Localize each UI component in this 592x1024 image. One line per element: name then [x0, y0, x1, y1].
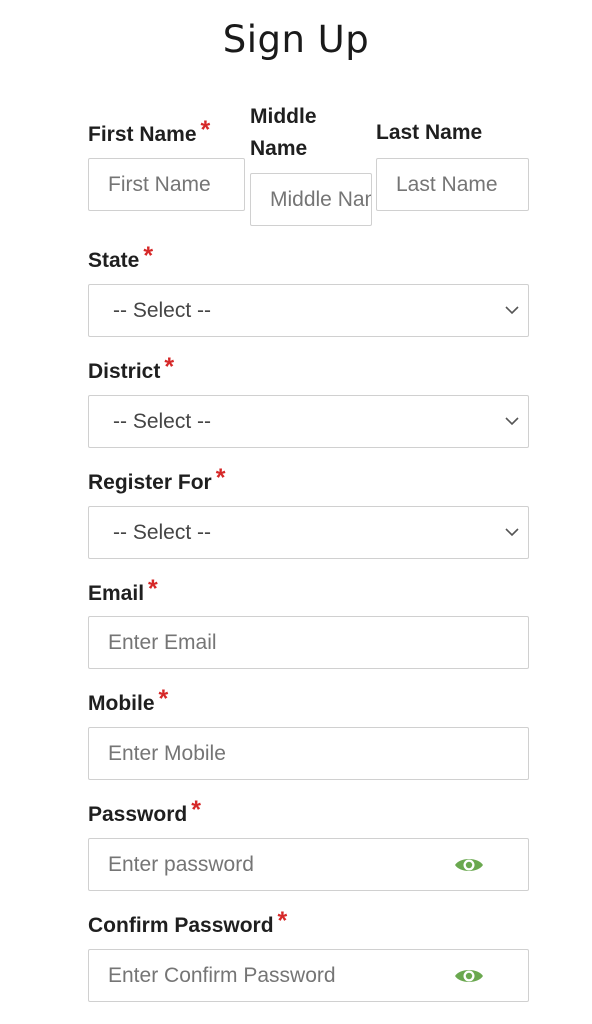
state-selected-value: -- Select -- [113, 298, 212, 322]
required-asterisk: * [200, 116, 211, 144]
confirm-password-field[interactable] [88, 949, 529, 1002]
middle-name-label-line1: Middle [250, 105, 317, 128]
register-for-select[interactable]: -- Select -- [88, 506, 529, 559]
state-label-text: State [88, 249, 140, 272]
last-name-input[interactable] [377, 159, 528, 210]
required-asterisk: * [143, 242, 154, 270]
state-select[interactable]: -- Select -- [88, 284, 529, 337]
required-asterisk: * [164, 353, 175, 381]
email-input[interactable] [89, 617, 528, 668]
chevron-down-icon [504, 525, 520, 541]
district-select[interactable]: -- Select -- [88, 395, 529, 448]
last-name-field[interactable] [376, 158, 529, 211]
mobile-input[interactable] [89, 728, 528, 779]
state-label: State * [88, 242, 154, 277]
confirm-password-label-text: Confirm Password [88, 914, 274, 937]
password-label-text: Password [88, 803, 188, 826]
required-asterisk: * [215, 464, 226, 492]
chevron-down-icon [504, 303, 520, 319]
last-name-label: Last Name [376, 117, 482, 149]
middle-name-input[interactable] [251, 174, 371, 225]
district-selected-value: -- Select -- [113, 409, 212, 433]
register-for-selected-value: -- Select -- [113, 520, 212, 544]
mobile-field[interactable] [88, 727, 529, 780]
first-name-label: First Name * [88, 116, 211, 151]
eye-icon[interactable] [454, 966, 484, 986]
email-label: Email * [88, 575, 158, 610]
required-asterisk: * [191, 796, 201, 824]
password-label: Password * [88, 796, 201, 831]
confirm-password-label: Confirm Password * [88, 907, 288, 942]
page-title: Sign Up [222, 18, 370, 61]
mobile-label: Mobile * [88, 685, 169, 720]
register-for-label-text: Register For [88, 471, 212, 494]
district-label-text: District [88, 360, 161, 383]
email-label-text: Email [88, 582, 145, 605]
middle-name-field[interactable] [250, 173, 372, 226]
district-label: District * [88, 353, 175, 388]
required-asterisk: * [277, 907, 288, 935]
mobile-label-text: Mobile [88, 692, 155, 715]
password-field[interactable] [88, 838, 529, 891]
last-name-label-text: Last Name [376, 121, 483, 144]
middle-name-label: Middle Name [250, 101, 317, 165]
eye-icon[interactable] [454, 855, 484, 875]
chevron-down-icon [504, 414, 520, 430]
first-name-label-text: First Name [88, 123, 197, 146]
middle-name-label-line2: Name [250, 137, 308, 160]
required-asterisk: * [158, 685, 169, 713]
email-field[interactable] [88, 616, 529, 669]
first-name-field[interactable] [88, 158, 245, 211]
register-for-label: Register For * [88, 464, 226, 499]
required-asterisk: * [148, 575, 158, 603]
first-name-input[interactable] [89, 159, 244, 210]
